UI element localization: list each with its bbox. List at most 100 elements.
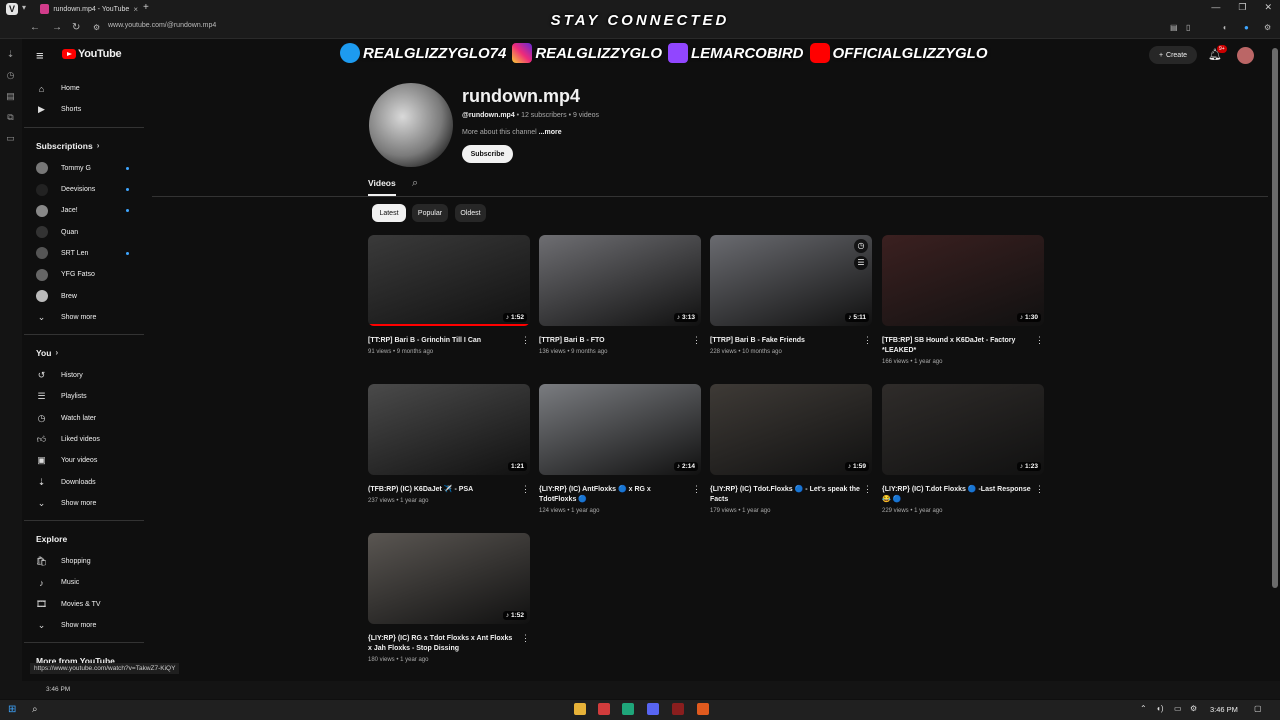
- twitter-icon: [340, 43, 360, 63]
- sidebar-item-subscription[interactable]: Brew: [24, 285, 150, 306]
- notes-panel-icon[interactable]: ▤: [5, 91, 16, 102]
- channel-search-icon[interactable]: ⌕: [412, 177, 418, 190]
- video-card[interactable]: ♪ 2:14 {LIY:RP} (IC) AntFloxks 🔵 x RG x …: [539, 384, 703, 514]
- sidebar-item-history[interactable]: ↺ History: [24, 365, 150, 386]
- more-link[interactable]: ...more: [539, 129, 562, 136]
- video-card[interactable]: 1:21 (TFB:RP) (IC) K6DaJet ✈️ - PSA 237 …: [368, 384, 532, 504]
- app-icon[interactable]: [622, 703, 634, 715]
- notifications-tray-icon[interactable]: ▢: [1254, 704, 1262, 713]
- reading-list-icon[interactable]: ▭: [5, 133, 16, 144]
- video-thumbnail[interactable]: ♪ 1:52: [368, 533, 530, 624]
- watch-later-icon[interactable]: ◷: [854, 239, 868, 253]
- video-title[interactable]: {LIY:RP} (IC) Tdot.Floxks 🔵 - Let's spea…: [710, 485, 860, 505]
- video-card[interactable]: ♪ 1:52 {LIY:RP} (IC) RG x Tdot Floxks x …: [368, 533, 532, 663]
- more-options-icon[interactable]: ⋮: [1035, 484, 1044, 495]
- video-thumbnail[interactable]: 1:21: [368, 384, 530, 475]
- sidebar-you-heading[interactable]: You ›: [24, 341, 150, 365]
- filter-chip-popular[interactable]: Popular: [412, 204, 448, 222]
- channel-handle: @rundown.mp4: [462, 112, 515, 119]
- file-explorer-icon[interactable]: [574, 703, 586, 715]
- translate-panel-icon[interactable]: ⧉: [5, 112, 16, 123]
- video-title[interactable]: (TFB:RP) (IC) K6DaJet ✈️ - PSA: [368, 485, 518, 495]
- sidebar-item-subscription[interactable]: Tommy G: [24, 158, 150, 179]
- video-thumbnail[interactable]: ◷ ☰ ♪ 5:11: [710, 235, 872, 326]
- more-options-icon[interactable]: ⋮: [521, 335, 530, 346]
- vivaldi-icon[interactable]: [598, 703, 610, 715]
- video-card[interactable]: ♪ 1:30 [TFB:RP] SB Hound x K6DaJet - Fac…: [882, 235, 1046, 365]
- sidebar-item-home[interactable]: ⌂ Home: [24, 78, 150, 99]
- sidebar-item-subscription[interactable]: Deevisions: [24, 179, 150, 200]
- subscribe-button[interactable]: Subscribe: [462, 145, 513, 163]
- video-thumbnail[interactable]: ♪ 1:23: [882, 384, 1044, 475]
- discord-icon[interactable]: [647, 703, 659, 715]
- video-card[interactable]: ♪ 1:52 [TT:RP] Bari B - Grinchin Till I …: [368, 235, 532, 355]
- video-card[interactable]: ♪ 1:23 {LIY:RP} (IC) T.dot Floxks 🔵 -Las…: [882, 384, 1046, 514]
- page-scrollbar[interactable]: [1272, 48, 1278, 588]
- notifications-badge: 9+: [1217, 45, 1227, 53]
- sidebar-show-more-you[interactable]: ⌄ Show more: [24, 493, 150, 514]
- tray-chevron-icon[interactable]: ⌃: [1140, 704, 1147, 713]
- channel-avatar[interactable]: [369, 83, 453, 167]
- sidebar-item-shorts[interactable]: ▶ Shorts: [24, 99, 150, 120]
- youtube-logo[interactable]: YouTube: [62, 48, 122, 60]
- sidebar-subscriptions-heading[interactable]: Subscriptions ›: [24, 134, 150, 158]
- video-title[interactable]: {LIY:RP} (IC) AntFloxks 🔵 x RG x TdotFlo…: [539, 485, 689, 505]
- sidebar-item-subscription[interactable]: Quan: [24, 221, 150, 242]
- video-title[interactable]: [TFB:RP] SB Hound x K6DaJet - Factory *L…: [882, 336, 1032, 356]
- video-title[interactable]: {LIY:RP} (IC) RG x Tdot Floxks x Ant Flo…: [368, 634, 518, 654]
- tab-videos[interactable]: Videos: [368, 178, 396, 188]
- sidebar-item-your-videos[interactable]: ▣ Your videos: [24, 450, 150, 471]
- filter-chip-oldest[interactable]: Oldest: [455, 204, 486, 222]
- video-thumbnail[interactable]: ♪ 1:59: [710, 384, 872, 475]
- video-title[interactable]: [TT:RP] Bari B - Grinchin Till I Can: [368, 336, 518, 346]
- sidebar-item-playlists[interactable]: ☰ Playlists: [24, 386, 150, 407]
- volume-icon[interactable]: ◖): [1156, 704, 1164, 713]
- windows-start-icon[interactable]: ⊞: [8, 704, 16, 715]
- more-options-icon[interactable]: ⋮: [521, 484, 530, 495]
- user-avatar[interactable]: [1237, 47, 1254, 64]
- app-icon[interactable]: [697, 703, 709, 715]
- video-duration: ♪ 1:30: [1016, 313, 1041, 322]
- video-title[interactable]: [TTRP] Bari B - FTO: [539, 336, 689, 346]
- video-thumbnail[interactable]: ♪ 2:14: [539, 384, 701, 475]
- sidebar-item-liked-videos[interactable]: 👍︎ Liked videos: [24, 429, 150, 450]
- sidebar-show-more-explore[interactable]: ⌄ Show more: [24, 615, 150, 636]
- network-icon[interactable]: ▭: [1174, 704, 1182, 713]
- video-title[interactable]: [TTRP] Bari B - Fake Friends: [710, 336, 860, 346]
- chevron-down-icon[interactable]: ▾: [22, 3, 26, 12]
- sidebar-item-subscription[interactable]: SRT Len: [24, 243, 150, 264]
- sidebar-show-more-subscriptions[interactable]: ⌄ Show more: [24, 307, 150, 328]
- video-thumbnail[interactable]: ♪ 3:13: [539, 235, 701, 326]
- more-options-icon[interactable]: ⋮: [692, 484, 701, 495]
- video-thumbnail[interactable]: ♪ 1:52: [368, 235, 530, 326]
- create-button[interactable]: + Create: [1149, 46, 1197, 64]
- add-to-queue-icon[interactable]: ☰: [854, 256, 868, 270]
- more-options-icon[interactable]: ⋮: [692, 335, 701, 346]
- search-icon[interactable]: ⌕: [32, 704, 38, 715]
- video-card[interactable]: ♪ 3:13 [TTRP] Bari B - FTO 136 views • 9…: [539, 235, 703, 355]
- overlay-handle-twitch: LEMARCOBIRD: [668, 43, 804, 63]
- filter-chip-latest[interactable]: Latest: [372, 204, 406, 222]
- video-thumbnail[interactable]: ♪ 1:30: [882, 235, 1044, 326]
- app-icon[interactable]: [672, 703, 684, 715]
- more-options-icon[interactable]: ⋮: [863, 484, 872, 495]
- sidebar-item-subscription[interactable]: Jace!: [24, 200, 150, 221]
- sidebar-item-watch-later[interactable]: ◷ Watch later: [24, 408, 150, 429]
- sidebar-item-music[interactable]: ♪ Music: [24, 572, 150, 593]
- video-title[interactable]: {LIY:RP} (IC) T.dot Floxks 🔵 -Last Respo…: [882, 485, 1032, 505]
- hamburger-menu-icon[interactable]: ≡: [36, 48, 44, 63]
- downloads-panel-icon[interactable]: ⇣: [5, 49, 16, 60]
- video-card[interactable]: ♪ 1:59 {LIY:RP} (IC) Tdot.Floxks 🔵 - Let…: [710, 384, 874, 514]
- more-options-icon[interactable]: ⋮: [1035, 335, 1044, 346]
- video-meta: 91 views • 9 months ago: [368, 349, 434, 355]
- video-card[interactable]: ◷ ☰ ♪ 5:11 [TTRP] Bari B - Fake Friends …: [710, 235, 874, 355]
- settings-tray-icon[interactable]: ⚙: [1190, 704, 1197, 713]
- history-panel-icon[interactable]: ◷: [5, 70, 16, 81]
- sidebar-item-movies[interactable]: 🎞︎ Movies & TV: [24, 594, 150, 615]
- sidebar-item-shopping[interactable]: 🛍︎ Shopping: [24, 551, 150, 572]
- channel-description[interactable]: More about this channel ...more: [462, 129, 562, 136]
- sidebar-item-subscription[interactable]: YFG Fatso: [24, 264, 150, 285]
- more-options-icon[interactable]: ⋮: [863, 335, 872, 346]
- sidebar-item-downloads[interactable]: ⇣ Downloads: [24, 471, 150, 492]
- more-options-icon[interactable]: ⋮: [521, 633, 530, 644]
